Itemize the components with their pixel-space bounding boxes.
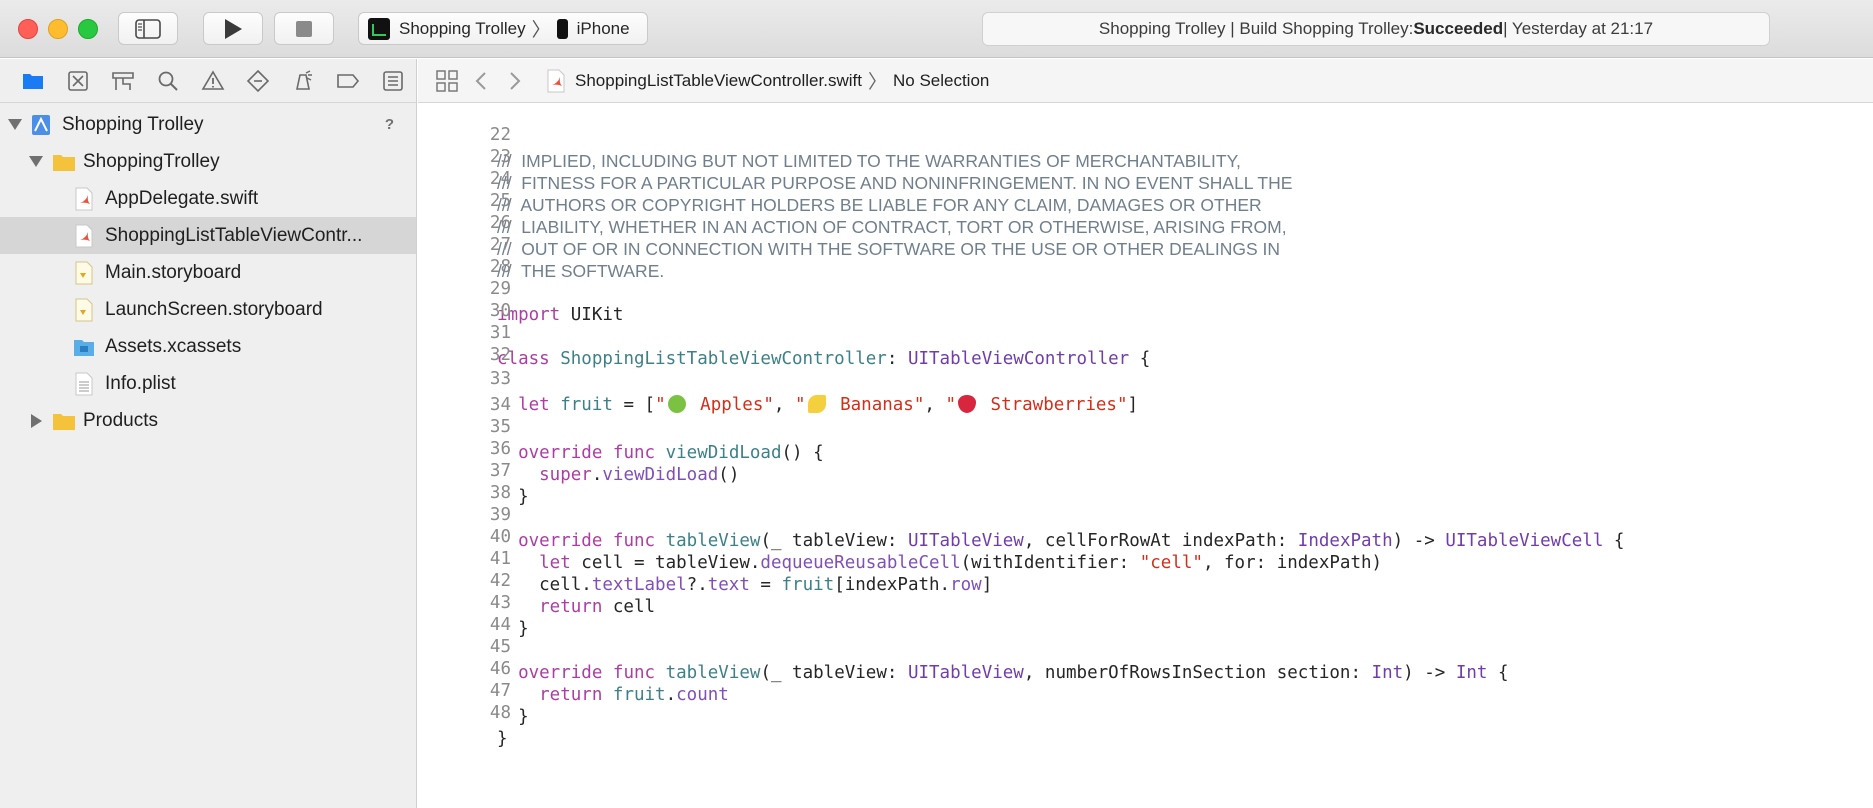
help-badge[interactable]: ?: [385, 116, 394, 133]
disclosure-expanded-icon[interactable]: [28, 154, 44, 170]
tree-item-project[interactable]: Shopping Trolley ?: [0, 106, 416, 143]
tab-reports[interactable]: [371, 63, 416, 99]
report-icon: [383, 70, 404, 91]
tree-item-file[interactable]: Assets.xcassets: [0, 328, 416, 365]
folder-icon: [53, 154, 75, 171]
tree-item-group-products[interactable]: Products: [0, 402, 416, 439]
project-navigator: Shopping Trolley ? ShoppingTrolley AppDe…: [0, 59, 417, 808]
forward-button[interactable]: [498, 65, 532, 97]
jump-bar-file[interactable]: ShoppingListTableViewController.swift: [575, 71, 862, 91]
activity-viewer: Shopping Trolley | Build Shopping Trolle…: [982, 12, 1770, 46]
disclosure-collapsed-icon[interactable]: [28, 413, 44, 429]
close-window-button[interactable]: [18, 19, 38, 39]
folder-icon: [22, 73, 43, 89]
tree-item-file[interactable]: LaunchScreen.storyboard: [0, 291, 416, 328]
find-icon: [158, 71, 178, 91]
stop-icon: [296, 20, 312, 37]
minimize-window-button[interactable]: [48, 19, 68, 39]
file-label: LaunchScreen.storyboard: [105, 298, 323, 320]
tree-item-file[interactable]: Info.plist: [0, 365, 416, 402]
scheme-device-label[interactable]: iPhone: [577, 19, 630, 39]
storyboard-file-icon: [75, 298, 93, 321]
tab-tests[interactable]: [236, 63, 281, 99]
tree-item-group[interactable]: ShoppingTrolley: [0, 143, 416, 180]
debug-icon: [296, 69, 313, 90]
code-line: 33 let fruit = [" Apples", " Bananas", "…: [418, 340, 1873, 415]
play-icon: [225, 18, 242, 39]
tab-symbols[interactable]: [100, 63, 145, 99]
back-button[interactable]: [464, 65, 498, 97]
breakpoint-icon: [337, 73, 360, 88]
activity-suffix: | Yesterday at 21:17: [1503, 19, 1654, 38]
group-label: Products: [83, 409, 158, 431]
navigator-tab-bar: [0, 59, 416, 103]
code-token: }: [497, 729, 508, 749]
iphone-icon: [556, 18, 568, 39]
plist-file-icon: [75, 372, 93, 395]
storyboard-file-icon: [75, 261, 93, 284]
project-label: Shopping Trolley: [62, 113, 204, 135]
source-editor[interactable]: 22 /// IMPLIED, INCLUDING BUT NOT LIMITE…: [418, 104, 1873, 808]
issue-icon: [201, 69, 225, 90]
stop-button[interactable]: [274, 12, 334, 45]
scheme-selector[interactable]: Shopping Trolley 〉 iPhone: [358, 12, 648, 45]
run-button[interactable]: [203, 12, 263, 45]
tab-breakpoints[interactable]: [326, 63, 371, 99]
tree-item-file-selected[interactable]: ShoppingListTableViewContr...: [0, 217, 416, 254]
test-icon: [246, 69, 270, 92]
asset-catalog-icon: [74, 339, 94, 356]
chevron-right-icon: [510, 71, 521, 90]
activity-prefix: Shopping Trolley | Build Shopping Trolle…: [1098, 19, 1414, 38]
chevron-right-icon: 〉: [867, 72, 887, 93]
file-label: AppDelegate.swift: [105, 187, 259, 209]
jump-bar: ShoppingListTableViewController.swift 〉 …: [418, 59, 1873, 103]
toggle-navigator-button[interactable]: [118, 12, 178, 45]
file-label: Info.plist: [105, 372, 176, 394]
line-number: 48: [489, 703, 511, 723]
swift-file-icon: [75, 224, 93, 247]
window-toolbar: Shopping Trolley 〉 iPhone Shopping Troll…: [0, 0, 1873, 58]
chevron-left-icon: [475, 71, 486, 90]
jump-bar-path[interactable]: ShoppingListTableViewController.swift 〉 …: [546, 67, 989, 94]
swift-file-icon: [547, 69, 565, 92]
jump-bar-selection[interactable]: No Selection: [893, 71, 989, 91]
code-line: 48 }: [418, 674, 1873, 749]
build-status: Succeeded: [1413, 19, 1504, 38]
tab-project-navigator[interactable]: [10, 63, 55, 99]
xcode-project-icon: [32, 114, 50, 135]
group-label: ShoppingTrolley: [83, 150, 220, 172]
tree-item-file[interactable]: Main.storyboard: [0, 254, 416, 291]
source-control-icon: [67, 70, 88, 91]
disclosure-expanded-icon[interactable]: [7, 117, 23, 133]
tree-item-file[interactable]: AppDelegate.swift: [0, 180, 416, 217]
tab-find[interactable]: [145, 63, 190, 99]
symbol-icon: [111, 71, 134, 90]
swift-file-icon: [75, 187, 93, 210]
code-line: 32: [418, 316, 1873, 365]
app-icon: [368, 17, 390, 40]
tab-source-control[interactable]: [55, 63, 100, 99]
file-label: Main.storyboard: [105, 261, 242, 283]
file-label: Assets.xcassets: [105, 335, 242, 357]
related-items-button[interactable]: [430, 65, 464, 97]
sidebar-icon: [135, 18, 161, 39]
grid-icon: [436, 69, 458, 92]
file-label: ShoppingListTableViewContr...: [105, 224, 363, 246]
tab-debug[interactable]: [281, 63, 326, 99]
folder-icon: [53, 413, 75, 430]
tab-issues[interactable]: [190, 63, 235, 99]
scheme-project-label: Shopping Trolley: [399, 18, 526, 38]
zoom-window-button[interactable]: [78, 19, 98, 39]
chevron-right-icon: 〉: [531, 20, 551, 41]
